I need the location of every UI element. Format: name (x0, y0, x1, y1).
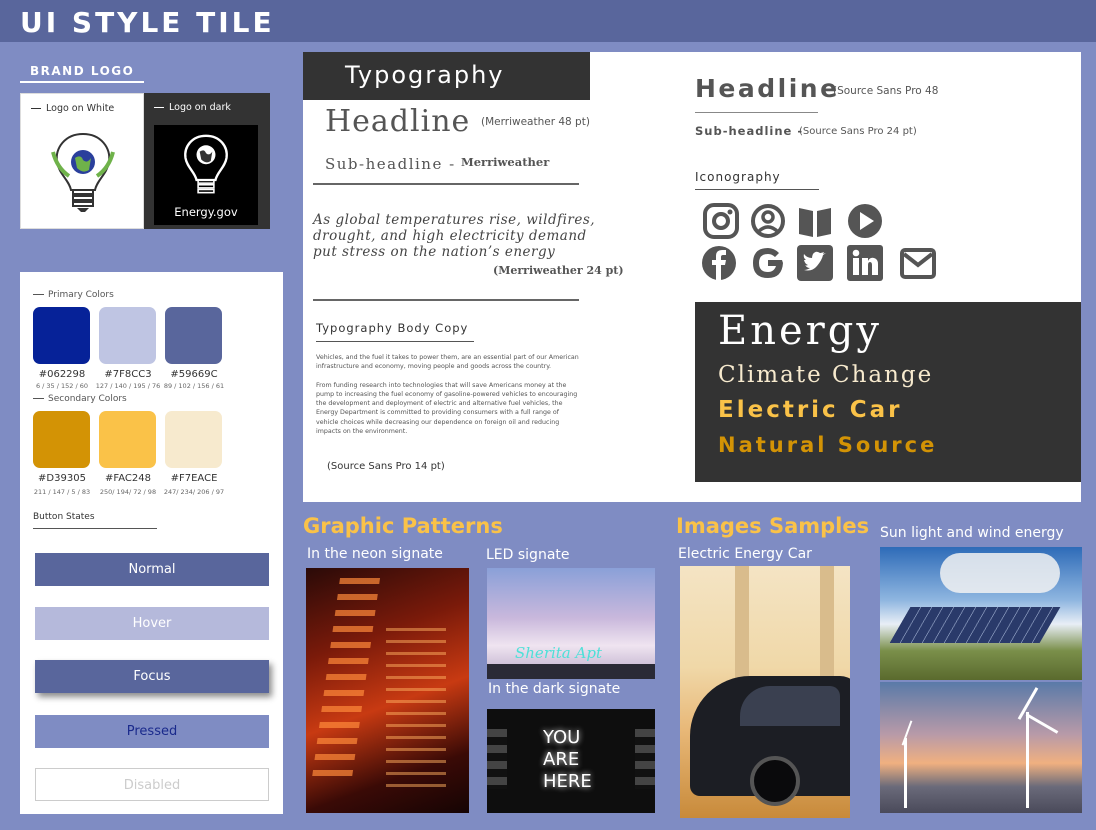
natural-source-sample-text: Natural Source (718, 433, 938, 457)
serif-subheadline-sample: Sub-headline - (325, 155, 456, 173)
car-wheel (750, 756, 800, 806)
logo-dark-text: Energy.gov (174, 205, 238, 219)
logo-on-white-card: Logo on White (20, 93, 144, 229)
graphic-patterns-title: Graphic Patterns (303, 514, 503, 538)
climate-change-sample-text: Climate Change (718, 362, 934, 388)
linkedin-icon[interactable] (846, 244, 884, 282)
twitter-icon[interactable] (796, 244, 834, 282)
turbine-blade (901, 720, 913, 746)
turbine-tower (904, 738, 907, 808)
body-copy-heading: Typography Body Copy (316, 321, 475, 342)
sans-headline-note: (Source Sans Pro 48 (833, 85, 939, 97)
serif-subheadline-note: Merriweather (461, 155, 550, 169)
neon-glow-stripes (311, 578, 381, 778)
lightbulb-logo-dark-icon (184, 134, 228, 194)
colors-panel: Primary Colors #062298 #7F8CC3 #59669C 6… (20, 272, 283, 814)
secondary-swatch-2 (99, 411, 156, 468)
typography-panel: Typography Headline (Merriweather 48 pt)… (303, 52, 1081, 502)
primary-colors-label: Primary Colors (33, 290, 114, 300)
you-are-here-text: YOU ARE HERE (543, 727, 592, 793)
divider (313, 183, 579, 185)
serif-headline-note: (Merriweather 48 pt) (481, 116, 590, 128)
secondary-colors-label: Secondary Colors (33, 394, 127, 404)
building-roof (487, 664, 655, 679)
logo-on-dark-card: Logo on dark Energy.gov (144, 93, 270, 229)
dark-sign-image: YOU ARE HERE (487, 709, 655, 813)
color-text-samples: Energy Climate Change Electric Car Natur… (695, 302, 1081, 482)
primary-swatch-1 (33, 307, 90, 364)
cloud (940, 553, 1060, 593)
neon-sign-image (306, 568, 469, 813)
pressed-button[interactable]: Pressed (35, 715, 269, 748)
secondary-swatch-3 (165, 411, 222, 468)
body-paragraph-2: From funding research into technologies … (316, 381, 578, 436)
secondary-hex-3: #F7EACE (170, 473, 218, 484)
body-copy-note: (Source Sans Pro 14 pt) (327, 461, 445, 472)
body-paragraph-1: Vehicles, and the fuel it takes to power… (316, 354, 579, 371)
sans-subheadline-note: (Source Sans Pro 24 pt) (799, 126, 917, 137)
dark-logo-area: Energy.gov (154, 125, 258, 225)
wind-turbine-image (880, 682, 1082, 813)
disabled-button: Disabled (35, 768, 269, 801)
dark-side-panel (487, 729, 507, 789)
brand-logo-heading: BRAND LOGO (20, 64, 144, 83)
page-title: UI STYLE TILE (20, 6, 275, 39)
energy-sample-text: Energy (718, 308, 882, 354)
turbine-blade (1025, 713, 1059, 734)
primary-hex-3: #59669C (170, 369, 218, 380)
serif-headline-sample: Headline (325, 104, 471, 139)
solar-panels (889, 607, 1061, 643)
neon-glow-stripes (386, 628, 446, 788)
secondary-swatch-1 (33, 411, 90, 468)
body-copy-text: Vehicles, and the fuel it takes to power… (316, 353, 581, 436)
led-sign-image: Sherita Apt (487, 568, 655, 679)
turbine-tower (1026, 712, 1029, 808)
play-icon[interactable] (846, 202, 884, 240)
sign-line: ARE (543, 749, 580, 770)
led-caption: LED signate (486, 547, 570, 563)
car-caption: Electric Energy Car (678, 546, 812, 562)
typography-banner: Typography (303, 52, 590, 100)
quote-sample: As global temperatures rise, wildfires, … (313, 212, 596, 260)
led-sign-text: Sherita Apt (515, 644, 602, 662)
dark-caption: In the dark signate (488, 681, 621, 697)
primary-swatch-3 (165, 307, 222, 364)
sans-headline-sample: Headline (695, 74, 840, 103)
neon-caption: In the neon signate (307, 546, 443, 562)
normal-button[interactable]: Normal (35, 553, 269, 586)
hover-button[interactable]: Hover (35, 607, 269, 640)
facebook-icon[interactable] (700, 244, 738, 282)
electric-car-sample-text: Electric Car (718, 397, 903, 423)
focus-button[interactable]: Focus (35, 660, 269, 693)
user-circle-icon[interactable] (749, 202, 787, 240)
sign-line: HERE (543, 771, 592, 792)
logo-on-white-label: Logo on White (31, 103, 114, 114)
mail-icon[interactable] (899, 244, 937, 282)
sign-line: YOU (543, 727, 581, 748)
secondary-rgb-3: 247/ 234/ 206 / 97 (163, 488, 225, 496)
electric-car-image (680, 566, 850, 818)
images-samples-title: Images Samples (676, 514, 870, 538)
google-icon[interactable] (749, 244, 787, 282)
primary-swatch-2 (99, 307, 156, 364)
logo-on-dark-label: Logo on dark (154, 102, 231, 113)
book-icon[interactable] (796, 202, 834, 240)
dark-side-panel (635, 729, 655, 789)
divider (695, 112, 818, 113)
divider (313, 299, 579, 301)
instagram-icon[interactable] (702, 202, 740, 240)
primary-rgb-3: 89 / 102 / 156 / 61 (163, 382, 225, 390)
quote-note: (Merriweather 24 pt) (493, 264, 624, 277)
iconography-heading: Iconography (695, 170, 819, 190)
sans-subheadline-sample: Sub-headline - (695, 124, 804, 138)
lightbulb-logo-icon (51, 132, 115, 212)
button-states-label: Button States (33, 512, 157, 529)
solar-panel-image (880, 547, 1082, 680)
car-window (740, 686, 840, 726)
sun-wind-caption: Sun light and wind energy (880, 525, 1064, 541)
